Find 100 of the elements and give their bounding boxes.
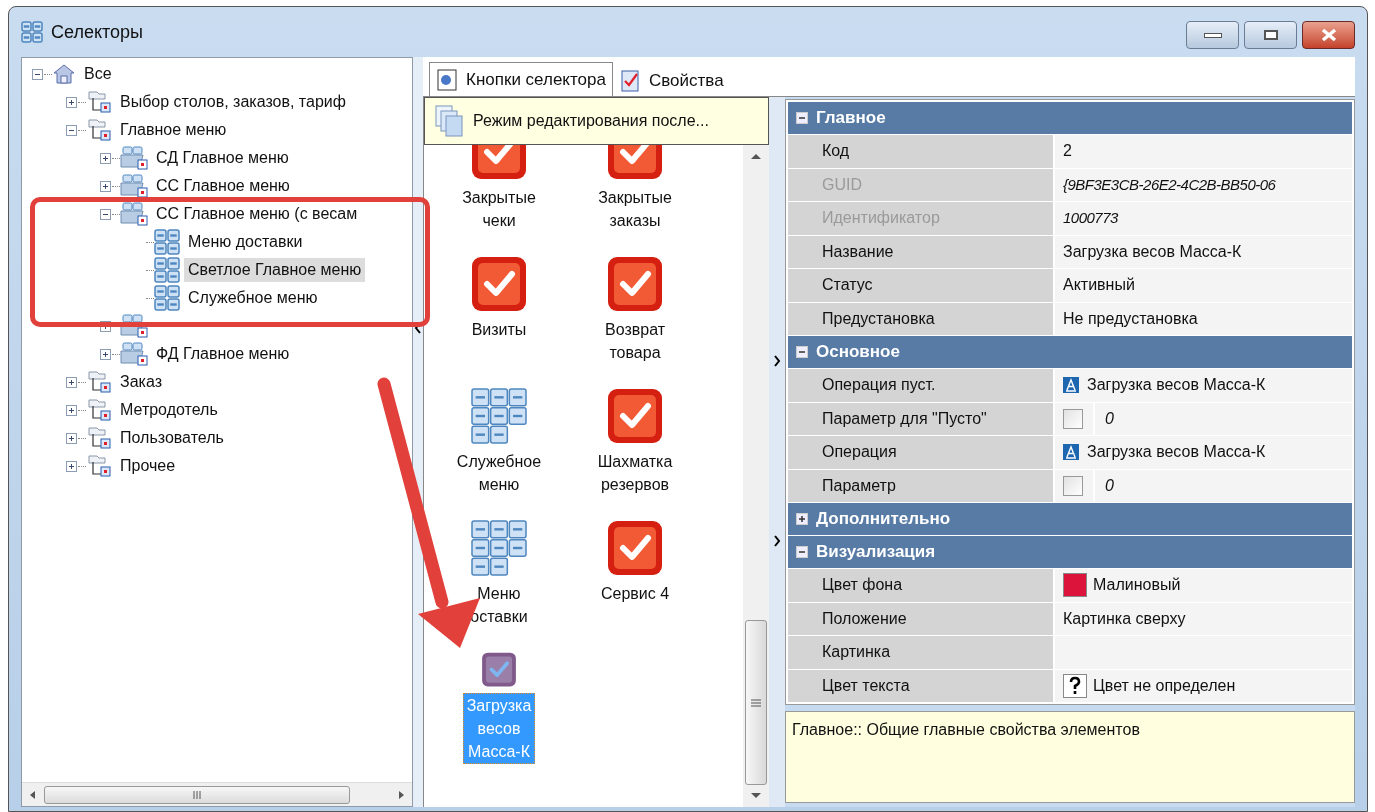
checkmark-tile-icon <box>471 256 527 312</box>
value-cell[interactable]: Активный <box>1055 269 1352 302</box>
description-text: Главное:: Общие главные свойства элементов <box>792 721 1140 738</box>
section-header[interactable]: Главное <box>788 102 1352 134</box>
info-text: Режим редактирования после... <box>473 111 709 131</box>
value-cell[interactable]: 2 <box>1055 135 1352 168</box>
horizontal-scrollbar[interactable] <box>22 782 412 806</box>
value-cell[interactable]: Картинка сверху <box>1055 602 1352 635</box>
expand-icon[interactable] <box>796 513 808 525</box>
folder-icon <box>86 370 112 394</box>
collapse-icon[interactable] <box>65 124 77 136</box>
property-value: Загрузка весов Масса-К <box>1063 241 1242 262</box>
grid-icon <box>154 229 180 255</box>
grid-icon <box>21 21 43 43</box>
scroll-down-icon[interactable] <box>749 791 763 801</box>
section-header[interactable]: Визуализация <box>788 536 1352 568</box>
grid-icon <box>154 257 180 283</box>
tile-label[interactable]: Визиты <box>468 318 530 341</box>
value-cell[interactable]: 0 <box>1055 402 1352 435</box>
expand-icon[interactable] <box>99 152 111 164</box>
expand-icon[interactable] <box>99 320 111 332</box>
house-icon <box>52 63 76 85</box>
grip-icon <box>751 697 761 708</box>
operation-icon <box>1063 444 1079 461</box>
value-cell[interactable]: Загрузка весов Масса-К <box>1055 369 1352 402</box>
tile-label[interactable]: Закрытые заказы <box>595 186 675 232</box>
maximize-icon <box>1263 30 1278 40</box>
grip-icon <box>192 790 202 799</box>
checkbox[interactable] <box>1063 408 1083 429</box>
folder-icon <box>86 426 112 450</box>
minimize-icon <box>1203 32 1222 38</box>
value-cell[interactable]: Цвет не определен <box>1055 669 1352 702</box>
expand-icon[interactable] <box>65 404 77 416</box>
property-label: GUID <box>822 174 862 195</box>
folder-icon <box>86 398 112 422</box>
expand-icon[interactable] <box>65 376 77 388</box>
value-cell[interactable]: 0 <box>1055 469 1352 502</box>
tile-label[interactable]: Служебное меню <box>453 450 545 496</box>
scroll-up-icon[interactable] <box>749 151 763 161</box>
collapse-icon[interactable] <box>31 68 43 80</box>
collapse-icon[interactable] <box>796 112 808 124</box>
value-cell[interactable]: Малиновый <box>1055 569 1352 602</box>
collapse-icon[interactable] <box>796 546 808 558</box>
property-label: Предустановка <box>822 308 935 329</box>
form-check-icon <box>620 70 641 92</box>
expand-icon[interactable] <box>99 180 111 192</box>
folder-icon <box>86 118 112 142</box>
close-button[interactable] <box>1302 21 1355 49</box>
property-value: Не предустановка <box>1063 308 1198 329</box>
expand-icon[interactable] <box>65 432 77 444</box>
grid-icon <box>471 520 527 576</box>
tab[interactable]: Кнопки селектора <box>429 62 613 96</box>
tile-label[interactable]: Сервис 4 <box>597 582 673 605</box>
folder-icon <box>86 90 112 114</box>
checkbox[interactable] <box>1063 475 1083 496</box>
question-icon <box>1063 673 1087 698</box>
property-value: Цвет не определен <box>1093 675 1236 696</box>
tile-label[interactable]: Закрытые чеки <box>459 186 539 232</box>
property-value: Загрузка весов Масса-К <box>1087 375 1266 396</box>
value-cell[interactable]: Не предустановка <box>1055 302 1352 335</box>
section-header[interactable]: Дополнительно <box>788 503 1352 535</box>
collapse-icon[interactable] <box>99 208 111 220</box>
property-label: Картинка <box>822 642 891 663</box>
tile-label[interactable]: Меню оставки <box>467 582 531 628</box>
property-label: Код <box>822 141 850 162</box>
operation-icon <box>1063 377 1079 394</box>
property-value: 0 <box>1105 475 1114 496</box>
expand-icon[interactable] <box>65 96 77 108</box>
property-label: Идентификатор <box>822 208 940 229</box>
section-header[interactable]: Основное <box>788 336 1352 368</box>
tree-item[interactable]: Светлое Главное меню <box>184 258 366 282</box>
collapse-icon[interactable] <box>796 346 808 358</box>
value-cell[interactable]: Загрузка весов Масса-К <box>1055 235 1352 268</box>
checkmark-tile-icon <box>607 388 663 444</box>
property-value: Загрузка весов Масса-К <box>1087 442 1266 463</box>
tile-label[interactable]: Шахматка резервов <box>594 450 676 496</box>
minimize-button[interactable] <box>1186 21 1239 49</box>
property-label: Положение <box>822 608 907 629</box>
property-value: 1000773 <box>1063 208 1118 228</box>
grid-icon <box>471 388 527 444</box>
folder-icon <box>120 146 148 170</box>
collapse-right-icon[interactable] <box>773 535 781 547</box>
maximize-button[interactable] <box>1244 21 1297 49</box>
property-label: Операция <box>822 442 897 463</box>
tile-label[interactable]: Возврат товара <box>602 318 668 364</box>
vertical-scrollbar[interactable] <box>743 145 769 807</box>
expand-icon[interactable] <box>99 348 111 360</box>
property-label: Название <box>822 241 894 262</box>
expand-icon[interactable] <box>65 460 77 472</box>
checkmark-tile-icon <box>607 256 663 312</box>
tab[interactable]: Свойства <box>614 66 730 96</box>
property-label: Цвет текста <box>822 675 910 696</box>
property-value: 0 <box>1105 408 1114 429</box>
pages-icon <box>435 105 463 137</box>
grid-icon <box>154 285 180 311</box>
property-value: Активный <box>1063 275 1135 296</box>
collapse-right-icon[interactable] <box>773 355 781 367</box>
value-cell[interactable]: Загрузка весов Масса-К <box>1055 436 1352 469</box>
folder-icon <box>120 342 148 366</box>
folder-icon <box>86 454 112 478</box>
